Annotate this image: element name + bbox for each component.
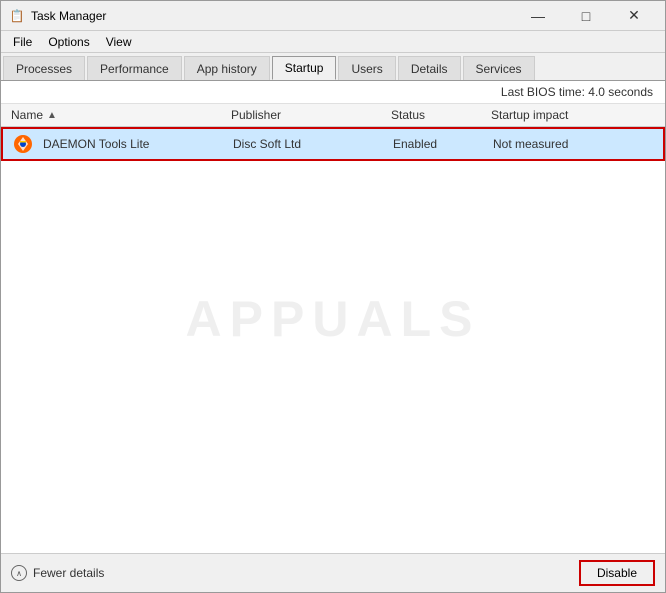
tab-users[interactable]: Users [338, 56, 395, 80]
window-icon: 📋 [9, 8, 25, 24]
sort-arrow-icon: ▲ [47, 110, 57, 121]
tab-startup[interactable]: Startup [272, 56, 337, 80]
row-impact-cell: Not measured [493, 137, 653, 151]
tab-processes[interactable]: Processes [3, 56, 85, 80]
menu-item-options[interactable]: Options [40, 33, 97, 51]
disable-button[interactable]: Disable [579, 560, 655, 586]
column-header-status[interactable]: Status [391, 108, 491, 122]
chevron-up-icon: ∧ [11, 565, 27, 581]
tabs-bar: Processes Performance App history Startu… [1, 53, 665, 81]
menu-item-view[interactable]: View [98, 33, 140, 51]
footer-bar: ∧ Fewer details Disable [1, 553, 665, 592]
column-header-impact[interactable]: Startup impact [491, 108, 655, 122]
window-controls: — □ ✕ [515, 1, 657, 31]
tab-app-history[interactable]: App history [184, 56, 270, 80]
row-name-cell: DAEMON Tools Lite [13, 134, 233, 154]
fewer-details-label: Fewer details [33, 566, 104, 580]
row-publisher-cell: Disc Soft Ltd [233, 137, 393, 151]
maximize-button[interactable]: □ [563, 1, 609, 31]
close-button[interactable]: ✕ [611, 1, 657, 31]
bios-time-value: 4.0 seconds [588, 85, 653, 99]
tab-performance[interactable]: Performance [87, 56, 182, 80]
tab-services[interactable]: Services [463, 56, 535, 80]
column-header-name[interactable]: Name ▲ [11, 108, 231, 122]
bios-time-label: Last BIOS time: [501, 85, 585, 99]
tab-details[interactable]: Details [398, 56, 461, 80]
watermark: APPUALS [186, 290, 481, 348]
row-status-cell: Enabled [393, 137, 493, 151]
task-manager-window: 📋 Task Manager — □ ✕ File Options View P… [0, 0, 666, 593]
column-header-publisher[interactable]: Publisher [231, 108, 391, 122]
window-title: Task Manager [31, 9, 515, 23]
table-row[interactable]: DAEMON Tools Lite Disc Soft Ltd Enabled … [1, 127, 665, 161]
menu-item-file[interactable]: File [5, 33, 40, 51]
daemon-tools-name: DAEMON Tools Lite [43, 137, 149, 151]
menu-bar: File Options View [1, 31, 665, 53]
fewer-details-button[interactable]: ∧ Fewer details [11, 565, 104, 581]
table-body: APPUALS DAEMON Tools Lite Disc Sof [1, 127, 665, 553]
table-header: Name ▲ Publisher Status Startup impact [1, 104, 665, 127]
content-area: Last BIOS time: 4.0 seconds Name ▲ Publi… [1, 81, 665, 553]
daemon-tools-icon [13, 134, 33, 154]
title-bar: 📋 Task Manager — □ ✕ [1, 1, 665, 31]
minimize-button[interactable]: — [515, 1, 561, 31]
bios-time-bar: Last BIOS time: 4.0 seconds [1, 81, 665, 104]
